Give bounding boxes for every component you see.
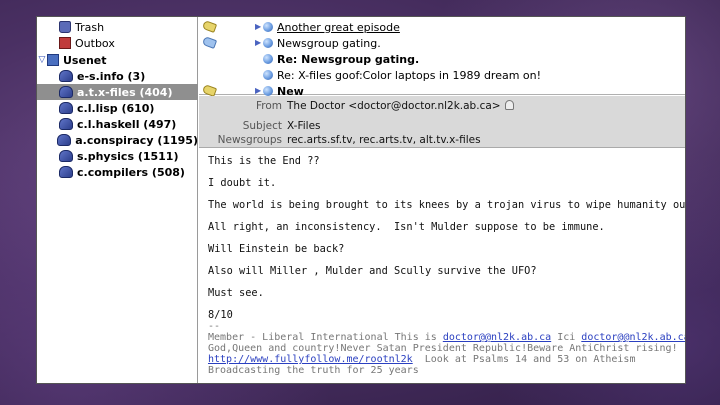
header-subject: Subject X-Files [199,120,685,134]
folder-trash[interactable]: Trash [37,19,198,35]
newsgroup-item-selected[interactable]: a.t.x-files (404) [37,84,198,100]
newsgroup-item[interactable]: s.physics (1511) [37,148,198,164]
newsgroup-icon [57,134,72,146]
thread-collapsed-icon[interactable]: ▶ [255,86,261,95]
folder-label: Usenet [63,53,107,67]
body-line: This is the End ?? [208,155,320,167]
message-row[interactable]: ▶ Another great episode [199,19,685,35]
thread-collapsed-icon[interactable]: ▶ [255,38,261,47]
folder-usenet[interactable]: ▽ Usenet [37,52,198,68]
signature-text: Ici [551,332,582,343]
message-headers: From The Doctor <doctor@doctor.nl2k.ab.c… [199,96,685,148]
message-list: ▶ Another great episode ▶ Newsgroup gati… [199,17,685,98]
email-link[interactable]: doctor@@nl2k.ab.ca [443,332,551,343]
folder-pane: Trash Outbox ▽ Usenet e-s.info (3) a.t.x… [37,17,198,383]
newsgroup-item[interactable]: e-s.info (3) [37,68,198,84]
message-subject: Another great episode [277,20,400,34]
newsgroup-icon [59,150,73,162]
body-line: All right, an inconsistency. Isn't Mulde… [208,221,605,233]
newsgroup-label: c.compilers (508) [77,165,185,179]
url-link[interactable]: http://www.fullyfollow.me/rootnl2k [208,354,413,365]
body-line: Must see. [208,287,264,299]
outbox-icon [59,37,71,49]
message-status-icon [263,22,273,32]
header-newsgroups: Newsgroups rec.arts.sf.tv, rec.arts.tv, … [199,134,685,148]
newsgroup-item[interactable]: c.l.lisp (610) [37,100,198,116]
newsgroup-icon [59,102,73,114]
message-body: This is the End ?? I doubt it. The world… [199,149,686,383]
newsgroup-label: e-s.info (3) [77,69,146,83]
folder-outbox[interactable]: Outbox [37,35,198,51]
signature-line: Broadcasting the truth for 25 years [208,365,419,376]
header-newsgroups-label: Newsgroups [217,134,282,146]
newsgroup-item[interactable]: c.compilers (508) [37,164,198,180]
person-icon[interactable] [504,100,514,110]
message-status-icon [263,86,273,96]
body-line: The world is being brought to its knees … [208,199,686,211]
newsgroup-item[interactable]: c.l.haskell (497) [37,116,198,132]
signature-line: Member - Liberal International This is d… [208,332,685,343]
signature-text: Look at Psalms 14 and 53 on Atheism [412,354,636,365]
message-row[interactable]: Re: X-files goof:Color laptops in 1989 d… [199,67,685,83]
tag-icon [201,36,218,49]
header-from: From The Doctor <doctor@doctor.nl2k.ab.c… [199,100,685,114]
message-row[interactable]: ▶ Newsgroup gating. [199,35,685,51]
header-subject-value: X-Files [287,120,321,132]
newsgroup-icon [59,86,73,98]
message-status-icon [263,54,273,64]
header-newsgroups-value: rec.arts.sf.tv, rec.arts.tv, alt.tv.x-fi… [287,134,481,146]
signature-line: God,Queen and country!Never Satan Presid… [208,343,678,354]
body-line: Also will Miller , Mulder and Scully sur… [208,265,537,277]
body-line: I doubt it. [208,177,277,189]
header-from-value-wrap[interactable]: The Doctor <doctor@doctor.nl2k.ab.ca> [287,100,514,112]
message-status-icon [263,70,273,80]
newsgroup-icon [59,166,73,178]
newsgroup-icon [59,70,73,82]
message-subject: Re: X-files goof:Color laptops in 1989 d… [277,68,542,82]
thread-collapsed-icon[interactable]: ▶ [255,22,261,31]
header-from-label: From [255,100,282,112]
newsgroup-label: c.l.haskell (497) [77,117,177,131]
header-subject-label: Subject [242,120,282,132]
newsgroup-icon [59,118,73,130]
newsgroup-label: a.t.x-files (404) [77,85,173,99]
signature-text: Member - Liberal International This is [208,332,443,343]
message-row[interactable]: Re: Newsgroup gating. [199,51,685,67]
email-link[interactable]: doctor@@nl2k.ab.ca [581,332,685,343]
newsgroup-item[interactable]: a.conspiracy (1195) [37,132,198,148]
signature-separator: -- [208,321,221,332]
body-rating: 8/10 [208,309,233,321]
message-subject: Newsgroup gating. [277,36,381,50]
newsgroup-label: c.l.lisp (610) [77,101,155,115]
signature-line: http://www.fullyfollow.me/rootnl2k Look … [208,354,685,365]
newsgroup-label: a.conspiracy (1195) [75,133,198,147]
message-status-icon [263,38,273,48]
trash-icon [59,21,71,33]
header-from-value: The Doctor <doctor@doctor.nl2k.ab.ca> [287,100,501,112]
folder-label: Outbox [75,36,115,50]
folder-label: Trash [75,20,105,34]
tag-icon [201,20,218,33]
newsreader-window: Trash Outbox ▽ Usenet e-s.info (3) a.t.x… [36,16,686,384]
chevron-down-icon[interactable]: ▽ [37,55,47,65]
body-line: Will Einstein be back? [208,243,345,255]
newsgroup-label: s.physics (1511) [77,149,179,163]
usenet-icon [47,54,59,66]
message-subject: Re: Newsgroup gating. [277,52,420,66]
